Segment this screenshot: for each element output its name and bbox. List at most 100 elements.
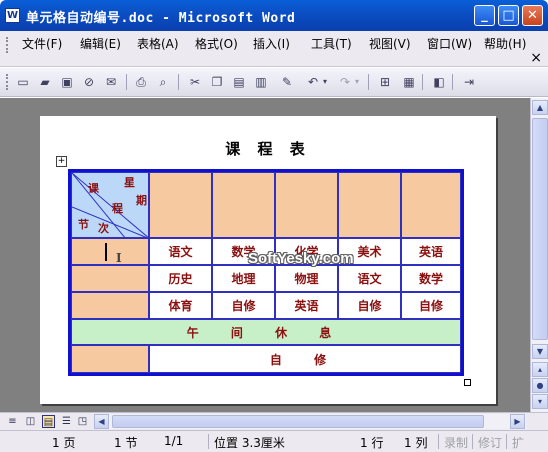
horizontal-scrollbar[interactable]: ◀ ▶ [94, 414, 526, 429]
row-number-cell[interactable] [71, 265, 149, 292]
previous-page-icon[interactable]: ▴ [532, 362, 548, 377]
scroll-left-icon[interactable]: ◀ [94, 414, 109, 429]
reading-layout-view-icon[interactable]: ◳ [76, 415, 89, 428]
table-cell[interactable]: 英语 [275, 292, 338, 319]
lunch-break-row[interactable]: 午 间 休 息 [71, 319, 461, 345]
corner-label-order: 次 [98, 222, 109, 235]
paste-icon[interactable]: ▤ [230, 73, 248, 91]
header-cell[interactable] [338, 172, 401, 238]
scroll-right-icon[interactable]: ▶ [510, 414, 525, 429]
status-record[interactable]: 录制 [444, 434, 468, 451]
toolbar-separator [126, 74, 127, 90]
status-separator [208, 434, 209, 449]
header-cell[interactable] [275, 172, 338, 238]
diagonal-header-cell[interactable]: 星 期 课 程 节 次 [71, 172, 149, 238]
document-close-icon[interactable]: × [530, 51, 542, 65]
menu-grip[interactable] [6, 37, 9, 53]
print-layout-view-icon[interactable]: ▤ [42, 415, 55, 428]
status-page: 1 页 [52, 436, 76, 450]
document-workspace: 课 程 表 + 星 期 课 程 节 次 I 语文 数学 化学 美术 英语 历史 … [0, 98, 530, 412]
table-cell[interactable]: 地理 [212, 265, 275, 292]
vertical-scrollbar[interactable]: ▲ ▼ ▴ ● ▾ [530, 98, 548, 412]
status-bar: 1 页 1 节 1/1 位置 3.3厘米 1 行 1 列 录制 修订 扩 [0, 430, 548, 452]
row-number-cell[interactable] [71, 345, 149, 373]
menu-file[interactable]: 文件(F) [22, 35, 62, 53]
menu-help[interactable]: 帮助(H) [484, 35, 526, 53]
self-study-cell[interactable]: 自 修 [149, 345, 461, 373]
web-layout-view-icon[interactable]: ◫ [24, 415, 37, 428]
menu-tools[interactable]: 工具(T) [311, 35, 352, 53]
toolbar-grip[interactable] [6, 74, 9, 90]
permission-icon[interactable]: ⊘ [80, 73, 98, 91]
close-button[interactable]: ✕ [522, 5, 543, 26]
window-title: 单元格自动编号.doc - Microsoft Word [26, 11, 296, 26]
next-page-icon[interactable]: ▾ [532, 394, 548, 409]
table-cell[interactable]: 历史 [149, 265, 212, 292]
table-cell[interactable]: 体育 [149, 292, 212, 319]
normal-view-icon[interactable]: ≡ [6, 415, 19, 428]
status-track-changes[interactable]: 修订 [478, 434, 502, 451]
row-number-cell[interactable] [71, 292, 149, 319]
new-document-icon[interactable]: ▭ [14, 73, 32, 91]
insert-excel-icon[interactable]: ▦ [400, 73, 418, 91]
menu-insert[interactable]: 插入(I) [253, 35, 290, 53]
select-browse-object-icon[interactable]: ● [532, 378, 548, 393]
menu-format[interactable]: 格式(O) [195, 35, 238, 53]
status-line: 1 行 [360, 436, 384, 450]
scroll-up-icon[interactable]: ▲ [532, 100, 548, 115]
menu-edit[interactable]: 编辑(E) [80, 35, 121, 53]
table-cell[interactable]: 自修 [338, 292, 401, 319]
vertical-scroll-thumb[interactable] [532, 118, 548, 340]
corner-label-lesson: 课 [88, 182, 99, 195]
toolbar-separator [422, 74, 423, 90]
copy-icon[interactable]: ❐ [208, 73, 226, 91]
header-cell[interactable] [401, 172, 461, 238]
save-icon[interactable]: ▣ [58, 73, 76, 91]
table-cell[interactable]: 语文 [149, 238, 212, 265]
paste-special-icon[interactable]: ▥ [252, 73, 270, 91]
menu-window[interactable]: 窗口(W) [427, 35, 472, 53]
table-cell[interactable]: 英语 [401, 238, 461, 265]
research-icon[interactable]: ◧ [430, 73, 448, 91]
table-cell[interactable]: 自修 [212, 292, 275, 319]
header-cell[interactable] [149, 172, 212, 238]
document-title: 课 程 表 [225, 140, 311, 158]
show-hide-icon[interactable]: ⇥ [460, 73, 478, 91]
corner-label-star: 星 [124, 176, 135, 189]
table-cell[interactable]: 物理 [275, 265, 338, 292]
cut-icon[interactable]: ✂ [186, 73, 204, 91]
table-cell[interactable]: 自修 [401, 292, 461, 319]
text-cursor [105, 243, 107, 261]
title-bar: W 单元格自动编号.doc - Microsoft Word _ □ ✕ [0, 0, 548, 31]
undo-dropdown-icon[interactable]: ▾ [320, 73, 330, 91]
header-cell[interactable] [212, 172, 275, 238]
status-separator [506, 434, 507, 449]
status-column: 1 列 [404, 436, 428, 450]
scroll-down-icon[interactable]: ▼ [532, 344, 548, 359]
timetable-table[interactable]: 星 期 课 程 节 次 I 语文 数学 化学 美术 英语 历史 地理 物理 语文… [68, 169, 464, 376]
corner-label-course: 程 [112, 202, 123, 215]
table-resize-handle[interactable] [464, 379, 471, 386]
minimize-button[interactable]: _ [474, 5, 495, 26]
menu-table[interactable]: 表格(A) [137, 35, 179, 53]
insert-table-icon[interactable]: ⊞ [376, 73, 394, 91]
i-beam-cursor-icon: I [116, 251, 122, 265]
print-preview-icon[interactable]: ⌕ [154, 73, 172, 91]
menu-view[interactable]: 视图(V) [369, 35, 411, 53]
maximize-button[interactable]: □ [498, 5, 519, 26]
row-number-cell[interactable]: I [71, 238, 149, 265]
toolbar-separator [452, 74, 453, 90]
status-separator [438, 434, 439, 449]
table-move-handle-icon[interactable]: + [56, 156, 67, 167]
print-icon[interactable]: ⎙ [132, 73, 150, 91]
word-app-icon[interactable]: W [5, 8, 20, 23]
status-extend[interactable]: 扩 [512, 434, 524, 451]
table-cell[interactable]: 数学 [401, 265, 461, 292]
outline-view-icon[interactable]: ☰ [60, 415, 73, 428]
email-icon[interactable]: ✉ [102, 73, 120, 91]
format-painter-icon[interactable]: ✎ [278, 73, 296, 91]
redo-dropdown-icon[interactable]: ▾ [352, 73, 362, 91]
horizontal-scroll-thumb[interactable] [112, 415, 484, 428]
table-cell[interactable]: 语文 [338, 265, 401, 292]
open-folder-icon[interactable]: ▰ [36, 73, 54, 91]
